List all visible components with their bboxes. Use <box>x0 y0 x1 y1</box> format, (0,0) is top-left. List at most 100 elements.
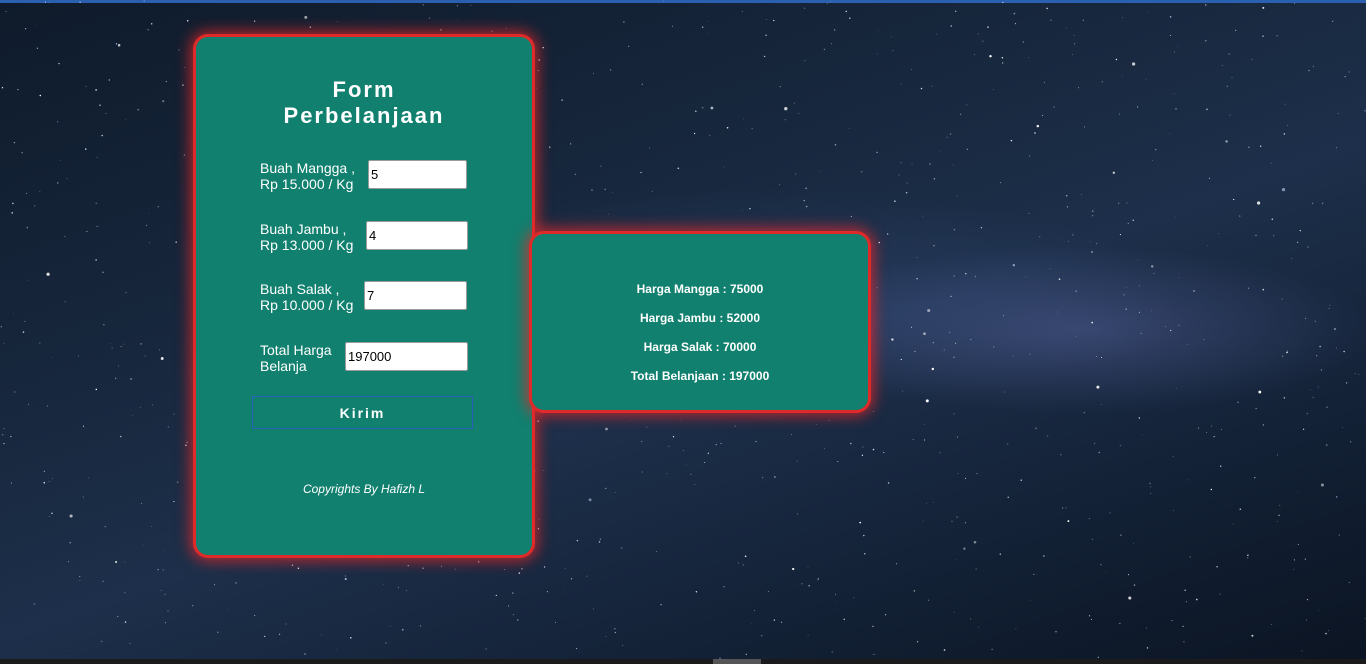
star <box>1128 596 1132 600</box>
star <box>949 133 952 135</box>
star <box>1060 454 1062 456</box>
star <box>96 225 98 227</box>
star <box>850 442 852 445</box>
star <box>1187 479 1188 481</box>
total-price-input[interactable] <box>345 342 468 371</box>
star <box>1097 656 1099 658</box>
star <box>145 224 148 227</box>
star <box>1055 631 1057 633</box>
star <box>993 346 995 348</box>
star <box>890 36 892 38</box>
star <box>144 355 146 357</box>
result-salak: Harga Salak : 70000 <box>643 340 757 354</box>
star <box>21 152 23 154</box>
star <box>953 356 955 358</box>
star <box>14 391 16 393</box>
star <box>926 502 928 504</box>
star <box>1297 543 1299 545</box>
star <box>957 473 959 475</box>
result-jambu: Harga Jambu : 52000 <box>639 311 761 325</box>
scrollbar-thumb[interactable] <box>713 659 761 664</box>
star <box>845 10 848 13</box>
result-total: Total Belanjaan : 197000 <box>630 369 770 383</box>
star <box>804 60 806 62</box>
star <box>754 610 756 611</box>
star <box>779 86 781 88</box>
star <box>1291 258 1293 259</box>
star <box>1066 206 1069 208</box>
star <box>186 20 189 22</box>
star <box>1028 213 1030 215</box>
star <box>765 19 767 21</box>
star <box>902 390 903 392</box>
star <box>39 190 41 192</box>
star <box>1138 417 1141 419</box>
star <box>88 477 90 479</box>
star <box>1316 355 1318 357</box>
star <box>763 55 766 58</box>
star <box>69 542 71 544</box>
star <box>1308 69 1310 72</box>
star <box>1262 6 1265 9</box>
star <box>1012 355 1014 357</box>
salak-quantity-input[interactable] <box>364 281 467 310</box>
star <box>1123 294 1125 296</box>
star <box>853 597 855 599</box>
jambu-label-line2: Rp 13.000 / Kg <box>260 237 354 253</box>
star <box>862 446 864 448</box>
star <box>125 119 126 121</box>
star <box>1127 574 1130 576</box>
star <box>1175 108 1177 110</box>
star <box>105 112 107 115</box>
star <box>1001 57 1004 59</box>
star <box>682 450 684 451</box>
star <box>849 17 851 20</box>
star <box>707 33 709 35</box>
star <box>1279 504 1281 506</box>
star <box>726 126 729 129</box>
star <box>1183 641 1185 643</box>
star <box>1296 241 1299 244</box>
star <box>1043 555 1045 557</box>
result-card: Harga Mangga : 75000 Harga Jambu : 52000… <box>532 234 868 410</box>
star <box>79 575 81 578</box>
star <box>193 514 195 516</box>
star <box>929 163 931 165</box>
star <box>1284 103 1286 105</box>
star <box>966 148 969 150</box>
star <box>397 586 399 588</box>
bottom-scrollbar[interactable] <box>0 659 1366 664</box>
kirim-button[interactable]: Kirim <box>252 396 473 429</box>
star <box>911 162 913 164</box>
star <box>1119 234 1121 236</box>
star <box>1126 202 1128 204</box>
star <box>1013 12 1016 15</box>
star <box>43 481 46 484</box>
star <box>278 633 281 635</box>
star <box>117 616 119 618</box>
star <box>807 634 809 636</box>
star <box>1025 276 1026 278</box>
star <box>1169 133 1171 135</box>
star <box>1080 194 1082 196</box>
mangga-quantity-input[interactable] <box>368 160 467 189</box>
star <box>1211 425 1212 427</box>
star <box>576 539 579 542</box>
star <box>1206 108 1208 111</box>
star <box>1344 76 1346 78</box>
star <box>1333 327 1337 331</box>
star <box>1307 246 1309 248</box>
star <box>828 420 830 421</box>
star <box>1042 115 1044 117</box>
star <box>1276 35 1278 37</box>
star <box>0 326 2 328</box>
star <box>928 599 930 601</box>
star <box>13 141 16 144</box>
star <box>139 407 141 408</box>
star <box>1343 350 1345 353</box>
star <box>682 69 684 71</box>
star <box>563 587 565 589</box>
star <box>1155 149 1157 151</box>
star <box>1125 308 1127 310</box>
jambu-quantity-input[interactable] <box>366 221 468 250</box>
